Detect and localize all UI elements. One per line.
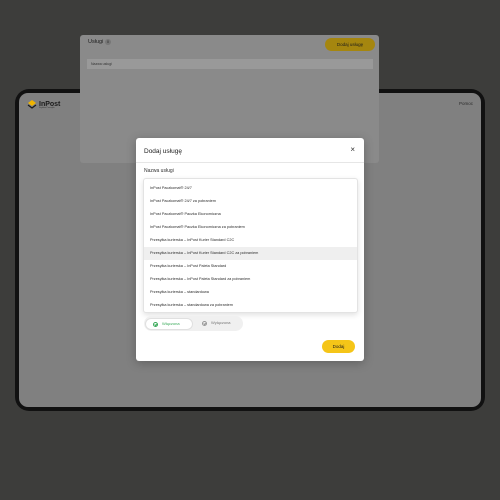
dropdown-option[interactable]: Przesyłka kurierska – InPost Paleta Stan… <box>144 273 357 286</box>
dropdown-option[interactable]: InPost Paczkomat® 24/7 <box>144 182 357 195</box>
disabled-label: Wyłączona <box>211 319 231 325</box>
dropdown-option-highlighted[interactable]: Przesyłka kurierska – InPost Kurier Stan… <box>144 247 357 260</box>
disabled-toggle-button[interactable]: Wyłączona <box>195 318 241 330</box>
dropdown-option[interactable]: Przesyłka kurierska – InPost Paleta Stan… <box>144 260 357 273</box>
add-service-button[interactable]: Dodaj usługę <box>325 38 375 51</box>
service-dropdown-list[interactable]: InPost Paczkomat® 24/7 InPost Paczkomat®… <box>143 178 358 313</box>
count-badge: 0 <box>105 39 111 45</box>
dropdown-option[interactable]: Przesyłka kurierska – InPost Kurier Stan… <box>144 234 357 247</box>
service-name-label: Nazwa usługi <box>144 168 174 174</box>
column-header-name: Nazwa usługi <box>91 62 112 66</box>
logo-subtext: Szybkie Przesyłki <box>39 107 55 109</box>
circle-icon <box>202 320 207 326</box>
table-header <box>87 59 373 69</box>
dropdown-option[interactable]: InPost Paczkomat® 24/7 za pobraniem <box>144 195 357 208</box>
enabled-label: Włączona <box>162 320 180 326</box>
check-circle-icon <box>153 321 158 327</box>
submit-button[interactable]: Dodaj <box>322 340 355 353</box>
dropdown-option[interactable]: InPost Paczkomat® Paczka Ekonomiczna <box>144 208 357 221</box>
dropdown-option[interactable]: Przesyłka kurierska – standardowa za pob… <box>144 299 357 312</box>
add-service-modal: Dodaj usługę × Nazwa usługi InPost Paczk… <box>136 138 364 361</box>
modal-divider <box>136 162 364 163</box>
dropdown-option[interactable]: Przesyłka kurierska – standardowa <box>144 286 357 299</box>
help-link[interactable]: Pomoc <box>459 101 473 106</box>
dropdown-option[interactable]: InPost Paczkomat® Paczka Ekonomiczna za … <box>144 221 357 234</box>
enabled-toggle-button[interactable]: Włączona <box>145 317 193 330</box>
inpost-logo-icon <box>27 99 37 110</box>
page-title: Usługi <box>88 39 104 45</box>
status-toggle: Włączona Wyłączona <box>144 316 243 331</box>
modal-title: Dodaj usługę <box>144 148 182 155</box>
close-icon[interactable]: × <box>350 146 355 154</box>
